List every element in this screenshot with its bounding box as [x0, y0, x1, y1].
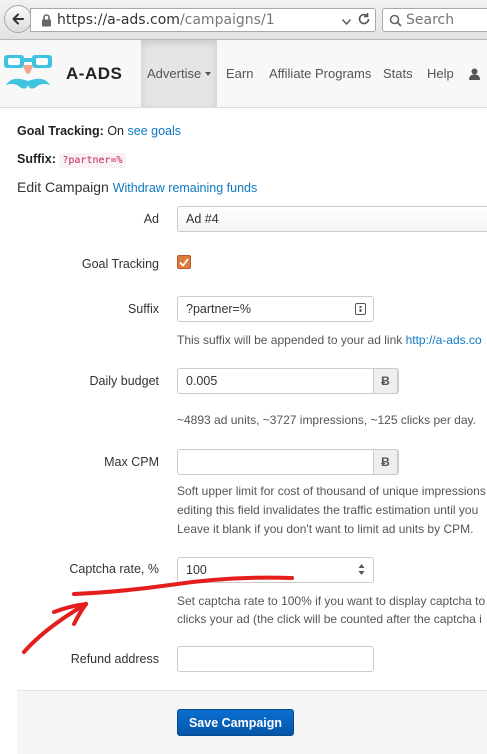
goal-tracking-checkbox[interactable]	[177, 255, 191, 269]
nav-advertise[interactable]: Advertise	[141, 40, 217, 107]
suffix-input[interactable]: ?partner=%	[177, 296, 374, 322]
url-path: /campaigns/1	[179, 12, 275, 28]
captcha-help-line-1: Set captcha rate to 100% if you want to …	[177, 594, 486, 608]
user-icon	[469, 68, 480, 80]
suffix-summary-code: ?partner=%	[59, 153, 126, 168]
lock-icon	[39, 13, 53, 27]
save-campaign-button[interactable]: Save Campaign	[177, 709, 294, 736]
edit-campaign-title: Edit Campaign	[17, 179, 109, 195]
magnifier-icon	[389, 14, 402, 27]
back-arrow-icon	[12, 13, 24, 25]
suffix-summary-label: Suffix:	[17, 152, 56, 166]
captcha-rate-input[interactable]: 100	[177, 557, 374, 583]
edit-campaign-heading: Edit Campaign Withdraw remaining funds	[17, 179, 257, 195]
daily-budget-label: Daily budget	[89, 374, 160, 388]
max-cpm-input[interactable]: Ƀ	[177, 449, 399, 475]
nav-affiliate-label: Affiliate Programs	[269, 66, 372, 81]
goal-tracking-label: Goal Tracking	[81, 257, 159, 271]
suffix-input-value: ?partner=%	[186, 302, 251, 316]
ad-label: Ad	[143, 212, 159, 226]
url-host: https://a-ads.com	[57, 12, 180, 28]
nav-affiliate-programs[interactable]: Affiliate Programs	[269, 40, 371, 107]
caret-down-icon	[205, 71, 212, 76]
nav-earn-label: Earn	[226, 66, 254, 81]
suffix-help: This suffix will be appended to your ad …	[177, 331, 482, 350]
daily-budget-value: 0.005	[186, 374, 218, 388]
bitcoin-addon: Ƀ	[373, 449, 398, 475]
suffix-label: Suffix	[127, 302, 159, 316]
reload-icon[interactable]	[357, 12, 371, 29]
brand-name[interactable]: A-ADS	[66, 64, 122, 84]
goal-tracking-summary-label: Goal Tracking:	[17, 124, 104, 138]
max-cpm-help-line-2: editing this field invalidates the traff…	[177, 503, 479, 517]
url-text: https://a-ads.com/campaigns/1	[57, 12, 275, 28]
nav-user[interactable]	[469, 40, 480, 107]
refund-address-label: Refund address	[70, 652, 159, 666]
max-cpm-label: Max CPM	[104, 455, 159, 469]
goal-tracking-summary-value: On	[107, 124, 125, 138]
checkmark-icon	[179, 257, 189, 267]
see-goals-link[interactable]: see goals	[128, 124, 182, 138]
nav-stats-label: Stats	[383, 66, 413, 81]
daily-budget-help: ~4893 ad units, ~3727 impressions, ~125 …	[177, 413, 476, 427]
ad-select-value: Ad #4	[186, 212, 219, 226]
bitcoin-addon: Ƀ	[373, 368, 398, 394]
goal-tracking-summary: Goal Tracking: On see goals	[17, 124, 181, 138]
nav-earn[interactable]: Earn	[226, 40, 253, 107]
ad-select[interactable]: Ad #4	[177, 206, 487, 232]
daily-budget-input[interactable]: 0.005 Ƀ	[177, 368, 399, 394]
a-ads-logo-icon[interactable]	[2, 49, 54, 97]
suffix-help-link[interactable]: http://a-ads.co	[406, 333, 482, 347]
back-button[interactable]	[4, 5, 32, 33]
withdraw-funds-link[interactable]: Withdraw remaining funds	[113, 181, 258, 195]
max-cpm-help-line-1: Soft upper limit for cost of thousand of…	[177, 484, 486, 498]
nav-help[interactable]: Help	[427, 40, 454, 107]
captcha-rate-label: Captcha rate, %	[69, 562, 159, 576]
site-navbar: A-ADS Advertise Earn Affiliate Programs …	[0, 40, 487, 108]
field-menu-icon[interactable]	[355, 303, 366, 318]
refund-address-input[interactable]	[177, 646, 374, 672]
nav-help-label: Help	[427, 66, 454, 81]
dropdown-arrow-icon[interactable]	[341, 14, 352, 28]
browser-toolbar: https://a-ads.com/campaigns/1	[0, 0, 487, 40]
number-spinner-icon[interactable]	[358, 562, 365, 580]
browser-search-box[interactable]	[382, 8, 487, 32]
captcha-rate-value: 100	[186, 563, 207, 577]
max-cpm-help-line-3: Leave it blank if you don't want to limi…	[177, 522, 474, 536]
captcha-help-line-2: clicks your ad (the click will be counte…	[177, 612, 482, 626]
suffix-help-text: This suffix will be appended to your ad …	[177, 333, 403, 347]
suffix-summary: Suffix: ?partner=%	[17, 152, 126, 168]
nav-stats[interactable]: Stats	[383, 40, 413, 107]
browser-search-input[interactable]	[406, 12, 486, 28]
nav-advertise-label: Advertise	[147, 66, 202, 81]
address-bar[interactable]: https://a-ads.com/campaigns/1	[30, 8, 376, 32]
